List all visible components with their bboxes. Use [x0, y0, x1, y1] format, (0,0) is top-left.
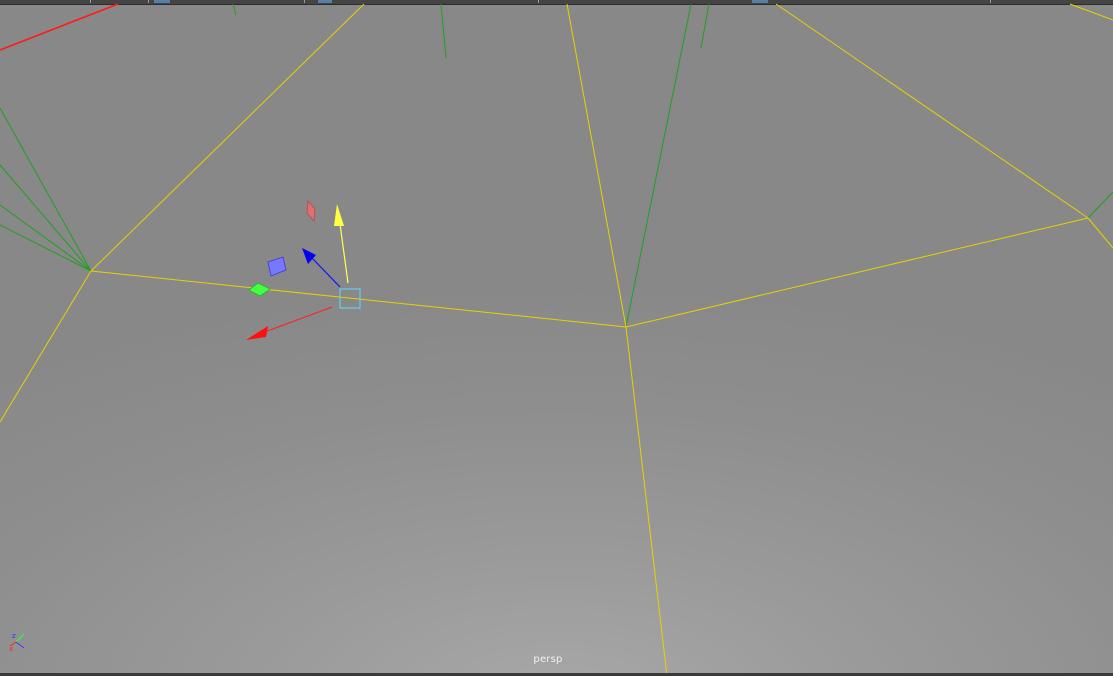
- mesh-edge: [625, 326, 668, 676]
- manip-plane-handle-green[interactable]: [248, 282, 271, 297]
- mesh-edge: [90, 3, 365, 272]
- manip-plane-handle-red[interactable]: [306, 200, 316, 222]
- scene-canvas[interactable]: [0, 0, 1113, 676]
- manip-y-axis-arrow[interactable]: [334, 204, 344, 226]
- normal-line: [625, 3, 692, 328]
- axis-y-line: [15, 633, 25, 643]
- move-manipulator[interactable]: [246, 200, 361, 340]
- axis-x-label: x: [9, 645, 13, 652]
- normal-line: [440, 3, 447, 59]
- normal-line: [0, 107, 92, 272]
- manip-x-axis-shaft[interactable]: [261, 306, 333, 334]
- mesh-edge: [625, 217, 1089, 328]
- grid-x-axis-line: [0, 3, 119, 51]
- mesh-edge: [566, 3, 627, 328]
- viewport-perspective[interactable]: z x persp: [0, 0, 1113, 676]
- normal-line: [232, 3, 237, 16]
- normal-line: [700, 3, 710, 49]
- mesh-edge: [90, 270, 627, 328]
- mesh-edge: [775, 3, 1089, 219]
- view-axis-indicator: z x: [9, 632, 25, 652]
- manip-z-axis-arrow[interactable]: [302, 248, 316, 264]
- mesh-edge: [1087, 217, 1113, 249]
- axis-z-line: [15, 641, 25, 649]
- camera-name-label: persp: [533, 654, 563, 665]
- mesh-edge: [0, 270, 92, 423]
- normal-line: [0, 204, 92, 272]
- manip-plane-handle-blue[interactable]: [267, 256, 287, 277]
- normal-line: [0, 224, 92, 272]
- normal-line: [1087, 191, 1113, 219]
- wireframe-mesh: [0, 3, 1113, 676]
- manip-z-axis-shaft[interactable]: [311, 257, 341, 288]
- mesh-edge: [1069, 3, 1113, 21]
- normal-line: [0, 164, 92, 272]
- manip-y-axis-shaft[interactable]: [339, 223, 349, 284]
- manip-x-axis-arrow[interactable]: [246, 326, 268, 340]
- axis-z-label: z: [12, 632, 16, 640]
